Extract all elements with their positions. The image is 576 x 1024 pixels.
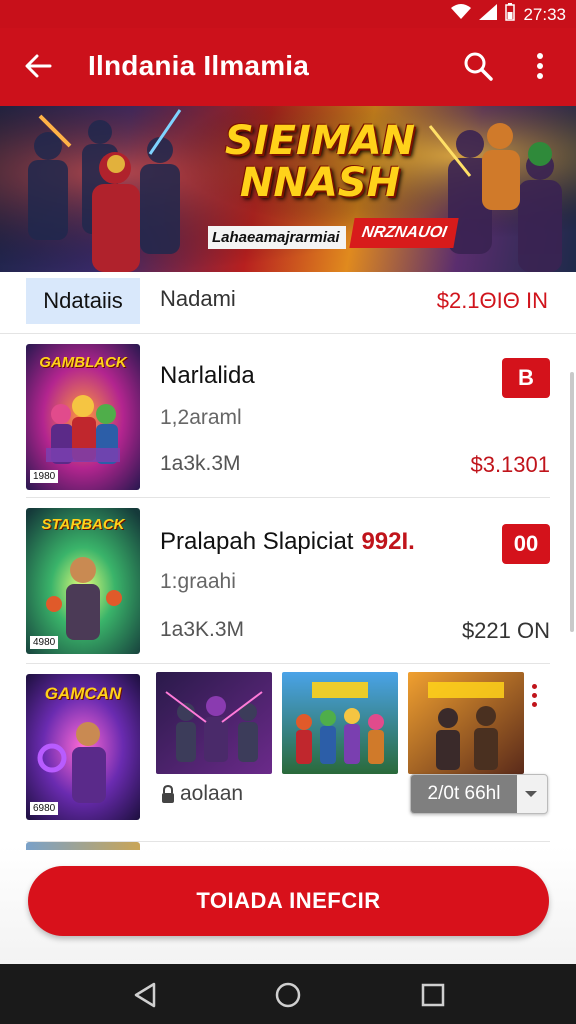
thumbnail-title: GAMCAN — [44, 684, 122, 703]
list-item[interactable]: GAMBLACK 1980 Narlalida 1,2araml 1a3k.3M… — [26, 334, 550, 498]
thumbnail-title: STARBACK — [41, 516, 125, 533]
banner-tagline: Lahaeamajrarmiai — [208, 226, 346, 249]
recents-square-icon — [421, 983, 445, 1007]
status-time: 27:33 — [523, 4, 566, 24]
app-bar: Ilndania Ilmamia — [0, 28, 576, 106]
thumbnail-corner-label: 1980 — [30, 470, 59, 483]
nav-recents-button[interactable] — [416, 978, 450, 1012]
scrollbar[interactable] — [570, 372, 574, 632]
thumbnail-corner-label: 6980 — [30, 802, 59, 815]
more-vertical-icon — [537, 53, 543, 79]
more-options-button[interactable] — [520, 46, 560, 86]
lock-icon — [162, 784, 174, 803]
item-price: $221 ΟΝ — [461, 618, 550, 643]
search-button[interactable] — [458, 46, 498, 86]
item-title-accent: 992I. — [361, 528, 415, 555]
item-badge[interactable]: B — [502, 358, 550, 398]
lock-label-text: aolaan — [180, 782, 244, 805]
header-price: $2.1ΘΙΘ ΙΝ — [436, 288, 548, 313]
nav-back-button[interactable] — [128, 978, 162, 1012]
more-dot-icon — [531, 684, 537, 689]
thumbnail-corner-label: 4980 — [30, 636, 59, 649]
item-title: Narlalida — [160, 362, 255, 389]
item-price: $3.1301 — [470, 452, 550, 477]
chevron-down-icon — [525, 791, 537, 797]
item-more-button[interactable] — [524, 684, 544, 724]
game-thumbnail[interactable]: GAMBLACK 1980 — [26, 344, 140, 490]
status-bar: 27:33 — [0, 0, 576, 28]
list-item[interactable]: STARBACK 4980 Pralapah Slapiciat 992I. 1:… — [26, 498, 550, 664]
item-subtitle: 1,2araml — [160, 406, 242, 429]
item-title-text: Pralapah Slapiciat — [160, 528, 354, 555]
system-nav-bar — [0, 964, 576, 1024]
more-dot-icon — [531, 702, 537, 707]
list-header: Ndataiis Nadami $2.1ΘΙΘ ΙΝ — [0, 272, 576, 334]
nav-home-button[interactable] — [271, 978, 305, 1012]
wifi-icon — [451, 4, 472, 25]
banner-badge: NRZNAUOI — [349, 218, 460, 248]
dropdown-value: 2/0t 66hl — [411, 775, 517, 813]
lock-label: aolaan — [160, 782, 243, 806]
version-dropdown[interactable]: 2/0t 66hl — [410, 774, 548, 814]
more-dot-icon — [531, 693, 537, 698]
banner-title: SIEIMAN NNASH — [224, 118, 416, 206]
header-label: Nadami — [160, 286, 236, 311]
home-circle-icon — [275, 982, 301, 1008]
screenshot-thumbnail[interactable] — [408, 672, 524, 774]
item-title: Pralapah Slapiciat 992I. — [160, 528, 415, 556]
battery-icon — [505, 3, 516, 26]
screenshot-thumbnail[interactable] — [156, 672, 272, 774]
screenshot-strip — [156, 672, 524, 774]
back-button[interactable] — [18, 46, 58, 86]
item-meta: 1a3K.3M — [160, 618, 245, 641]
list-item[interactable]: GAMCAN 6980 aolaan 2/0t 66hl — [26, 664, 550, 842]
game-thumbnail[interactable]: GAMCAN 6980 — [26, 674, 140, 820]
back-arrow-icon — [25, 54, 52, 78]
next-item-peek — [26, 842, 140, 850]
item-badge[interactable]: 00 — [502, 524, 550, 564]
game-thumbnail[interactable]: STARBACK 4980 — [26, 508, 140, 654]
thumbnail-title: GAMBLACK — [39, 354, 127, 371]
item-subtitle: 1:graahi — [160, 570, 236, 593]
tab-details[interactable]: Ndataiis — [26, 278, 140, 324]
primary-action-button[interactable]: TOIADA INEFCIR — [28, 866, 549, 936]
item-meta: 1a3k.3M — [160, 452, 241, 475]
page-title: Ilndania Ilmamia — [88, 50, 310, 81]
status-icons: 27:33 — [451, 3, 566, 26]
screenshot-thumbnail[interactable] — [282, 672, 398, 774]
promo-banner[interactable]: SIEIMAN NNASH Lahaeamajrarmiai NRZNAUOI — [0, 106, 576, 272]
back-triangle-icon — [134, 982, 156, 1008]
signal-icon — [479, 4, 498, 25]
search-icon — [464, 52, 493, 81]
